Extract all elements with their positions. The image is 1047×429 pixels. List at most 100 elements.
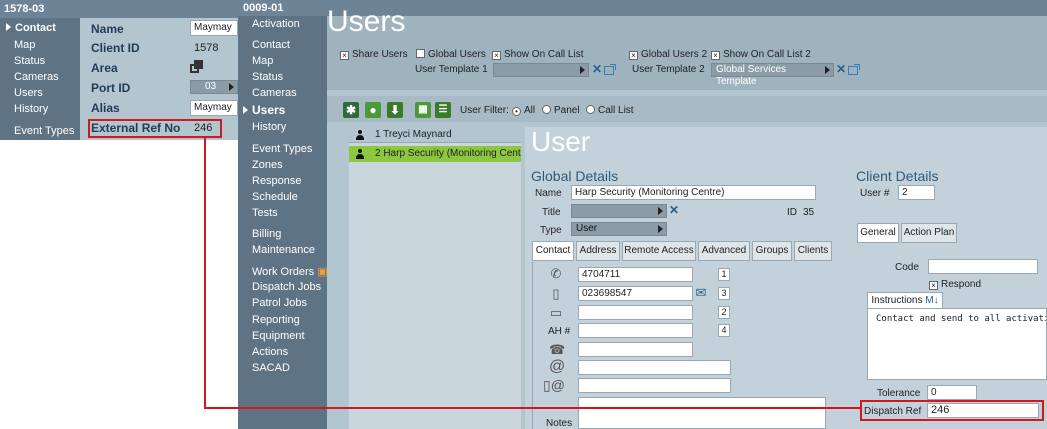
fax-input[interactable]: [578, 342, 693, 357]
nav-event-types[interactable]: Event Types: [252, 143, 312, 155]
global-users-2-checkbox[interactable]: × Global Users 2: [629, 49, 707, 60]
list-item-selected[interactable]: 2 Harp Security (Monitoring Centre): [349, 146, 521, 162]
tab-action-plan[interactable]: Action Plan: [901, 223, 957, 243]
clear-x-icon[interactable]: ✕: [836, 62, 846, 76]
sms-email-input[interactable]: [578, 378, 731, 393]
code-input[interactable]: [928, 259, 1038, 274]
show-on-call-list-2-checkbox[interactable]: × Show On Call List 2: [711, 49, 811, 60]
left-nav-history[interactable]: History: [14, 103, 48, 115]
area-copy-icon[interactable]: [190, 60, 204, 74]
global-details-title: Global Details: [531, 168, 619, 184]
nav-actions[interactable]: Actions: [252, 346, 288, 358]
page-title: Users: [327, 5, 406, 38]
user-heading: User: [531, 126, 591, 157]
notes-textarea[interactable]: [578, 397, 826, 429]
tab-clients[interactable]: Clients: [794, 241, 832, 261]
nav-reporting[interactable]: Reporting: [252, 314, 300, 326]
nav-patrol-jobs[interactable]: Patrol Jobs: [252, 297, 307, 309]
left-nav-map[interactable]: Map: [14, 39, 35, 51]
email-input[interactable]: [578, 360, 731, 375]
person-icon: [356, 130, 364, 140]
tab-remote-access[interactable]: Remote Access: [622, 241, 696, 261]
nav-maintenance[interactable]: Maintenance: [252, 244, 315, 256]
clear-x-icon[interactable]: ✕: [592, 62, 602, 76]
gd-id-label: ID: [787, 207, 797, 218]
nav-billing[interactable]: Billing: [252, 228, 281, 240]
tab-instructions[interactable]: Instructions M↓: [867, 292, 943, 309]
external-link-icon[interactable]: [848, 64, 860, 75]
pager-icon: ▭: [549, 305, 563, 320]
user-num-input[interactable]: 2: [898, 185, 935, 200]
filter-call-list-radio[interactable]: Call List: [586, 105, 634, 116]
grid-view-icon[interactable]: ▦: [415, 102, 431, 118]
nav-users[interactable]: Users: [243, 103, 285, 117]
filter-panel-radio[interactable]: Panel: [542, 105, 580, 116]
gd-type-dropdown[interactable]: User: [571, 222, 667, 236]
add-star-icon[interactable]: ✱: [343, 102, 359, 118]
name-input[interactable]: Maymay: [190, 20, 238, 36]
left-nav-contact[interactable]: Contact: [6, 22, 56, 34]
ah-order[interactable]: 4: [718, 324, 730, 337]
left-nav-users[interactable]: Users: [14, 87, 43, 99]
nav-status[interactable]: Status: [252, 71, 283, 83]
mobile-input[interactable]: 023698547: [578, 286, 693, 301]
person-icon[interactable]: ●: [365, 102, 381, 118]
list-item[interactable]: 1 Treyci Maynard: [349, 127, 521, 143]
clear-x-icon[interactable]: ✕: [669, 203, 679, 217]
global-users-checkbox[interactable]: Global Users: [416, 49, 486, 60]
port-id-dropdown[interactable]: 03: [190, 80, 238, 94]
check-icon: ×: [929, 281, 938, 290]
sms-email-icon: ▯@: [543, 377, 565, 393]
user-num-label: User #: [860, 188, 890, 199]
pager-order[interactable]: 2: [718, 306, 730, 319]
nav-work-orders[interactable]: Work Orders ▣: [252, 265, 328, 278]
user-list: 1 Treyci Maynard 2 Harp Security (Monito…: [349, 127, 521, 429]
ah-input[interactable]: [578, 323, 693, 338]
main-window-title: 0009-01: [243, 2, 284, 14]
user-filter-label: User Filter:: [460, 105, 509, 116]
respond-checkbox[interactable]: × Respond: [929, 279, 981, 290]
tab-groups[interactable]: Groups: [752, 241, 792, 261]
nav-dispatch-jobs[interactable]: Dispatch Jobs: [252, 281, 321, 293]
gd-name-input[interactable]: Harp Security (Monitoring Centre): [571, 185, 816, 200]
gd-title-dropdown[interactable]: [571, 204, 667, 218]
nav-history[interactable]: History: [252, 121, 286, 133]
share-users-checkbox[interactable]: × Share Users: [340, 49, 408, 60]
instructions-textarea[interactable]: Contact and send to all activation: [867, 308, 1047, 380]
tab-contact[interactable]: Contact: [532, 241, 574, 261]
tab-address[interactable]: Address: [576, 241, 620, 261]
download-icon[interactable]: ⬇: [387, 102, 403, 118]
tab-advanced[interactable]: Advanced: [698, 241, 750, 261]
left-nav-event-types[interactable]: Event Types: [14, 125, 74, 137]
nav-equipment[interactable]: Equipment: [252, 330, 305, 342]
alias-input[interactable]: Maymay: [190, 100, 238, 116]
pager-input[interactable]: [578, 305, 693, 320]
nav-zones[interactable]: Zones: [252, 159, 283, 171]
person-icon: [356, 149, 364, 159]
nav-activation[interactable]: Activation: [252, 18, 300, 30]
client-details-title: Client Details: [856, 168, 939, 184]
nav-response[interactable]: Response: [252, 175, 302, 187]
external-link-icon[interactable]: [604, 64, 616, 75]
list-view-icon[interactable]: ☰: [435, 102, 451, 118]
show-on-call-list-checkbox[interactable]: × Show On Call List: [492, 49, 583, 60]
phone-1-order[interactable]: 1: [718, 268, 730, 281]
nav-cameras[interactable]: Cameras: [252, 87, 297, 99]
nav-map[interactable]: Map: [252, 55, 273, 67]
left-nav-cameras[interactable]: Cameras: [14, 71, 59, 83]
gd-name-label: Name: [535, 188, 562, 199]
user-template-1-dropdown[interactable]: [493, 63, 589, 77]
nav-contact[interactable]: Contact: [252, 39, 290, 51]
mobile-order[interactable]: 3: [718, 287, 730, 300]
tolerance-input[interactable]: 0: [927, 385, 977, 400]
nav-sacad[interactable]: SACAD: [252, 362, 290, 374]
left-nav-status[interactable]: Status: [14, 55, 45, 67]
nav-schedule[interactable]: Schedule: [252, 191, 298, 203]
sms-envelope-icon[interactable]: ✉: [694, 286, 708, 300]
user-template-2-dropdown[interactable]: Global Services Template: [711, 63, 834, 87]
nav-tests[interactable]: Tests: [252, 207, 278, 219]
phone-1-input[interactable]: 4704711: [578, 267, 693, 282]
tab-general[interactable]: General: [857, 223, 899, 243]
check-icon: ×: [629, 51, 638, 60]
filter-all-radio[interactable]: • All: [512, 105, 535, 116]
